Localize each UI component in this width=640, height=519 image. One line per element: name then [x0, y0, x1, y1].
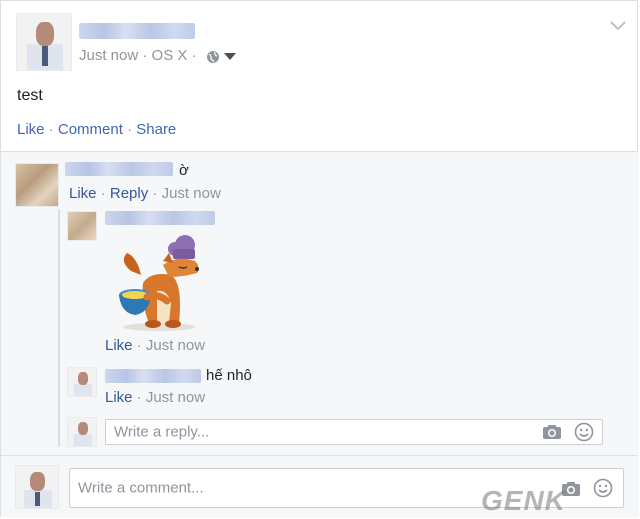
post-author-name[interactable]	[79, 23, 195, 39]
comment-text: ờ	[179, 162, 189, 179]
reply-like-button[interactable]: Like	[105, 389, 133, 406]
comment-reply-button[interactable]: Reply	[110, 185, 148, 202]
reply-input[interactable]: Write a reply...	[105, 419, 603, 445]
camera-icon[interactable]	[542, 424, 562, 440]
commenter-name[interactable]	[65, 162, 173, 176]
post-time[interactable]: Just now	[79, 47, 138, 64]
replier-name[interactable]	[105, 369, 201, 383]
comment-actions: Like · Reply · Just now	[69, 185, 221, 202]
divider	[1, 455, 637, 456]
chevron-down-icon[interactable]	[610, 21, 626, 31]
chef-fox-sticker	[119, 235, 199, 331]
smiley-icon[interactable]	[574, 422, 594, 442]
current-user-avatar	[67, 417, 97, 447]
replier-name[interactable]	[105, 211, 215, 225]
share-button[interactable]: Share	[136, 121, 176, 138]
action-separator: ·	[136, 337, 142, 354]
like-button[interactable]: Like	[17, 121, 45, 138]
post-meta: Just now · OS X ·	[79, 47, 197, 64]
comment-like-button[interactable]: Like	[69, 185, 97, 202]
commenter-avatar[interactable]	[15, 163, 59, 207]
reply-actions: Like · Just now	[105, 389, 205, 406]
reply-actions: Like · Just now	[105, 337, 205, 354]
post-author-avatar[interactable]	[16, 13, 72, 71]
post-actions: Like · Comment · Share	[17, 121, 176, 138]
genk-watermark: GENK	[481, 485, 631, 516]
action-separator: ·	[100, 185, 106, 202]
current-user-avatar	[15, 465, 59, 509]
reply-time[interactable]: Just now	[146, 389, 205, 406]
reply-thread-line	[58, 209, 60, 447]
reply-time[interactable]: Just now	[146, 337, 205, 354]
comment-time[interactable]: Just now	[162, 185, 221, 202]
post-card: Just now · OS X · test Like · Comment · …	[0, 0, 639, 518]
watermark-text: GENK	[481, 485, 566, 516]
post-body: test	[17, 87, 43, 104]
comments-section	[1, 151, 639, 518]
post-platform: OS X	[151, 47, 188, 64]
action-separator: ·	[152, 185, 158, 202]
reply-input-placeholder: Write a reply...	[114, 423, 210, 441]
meta-separator: ·	[191, 47, 197, 64]
caret-down-icon[interactable]	[224, 53, 236, 61]
action-separator: ·	[48, 121, 54, 138]
action-separator: ·	[136, 389, 142, 406]
divider	[1, 151, 637, 152]
globe-icon[interactable]	[206, 50, 220, 64]
comment-button[interactable]: Comment	[58, 121, 123, 138]
comment-input-placeholder: Write a comment...	[78, 479, 204, 497]
reply-like-button[interactable]: Like	[105, 337, 133, 354]
replier-avatar[interactable]	[67, 367, 97, 397]
action-separator: ·	[127, 121, 133, 138]
meta-separator: ·	[142, 47, 148, 64]
replier-avatar[interactable]	[67, 211, 97, 241]
reply-text: hế nhô	[206, 367, 252, 384]
